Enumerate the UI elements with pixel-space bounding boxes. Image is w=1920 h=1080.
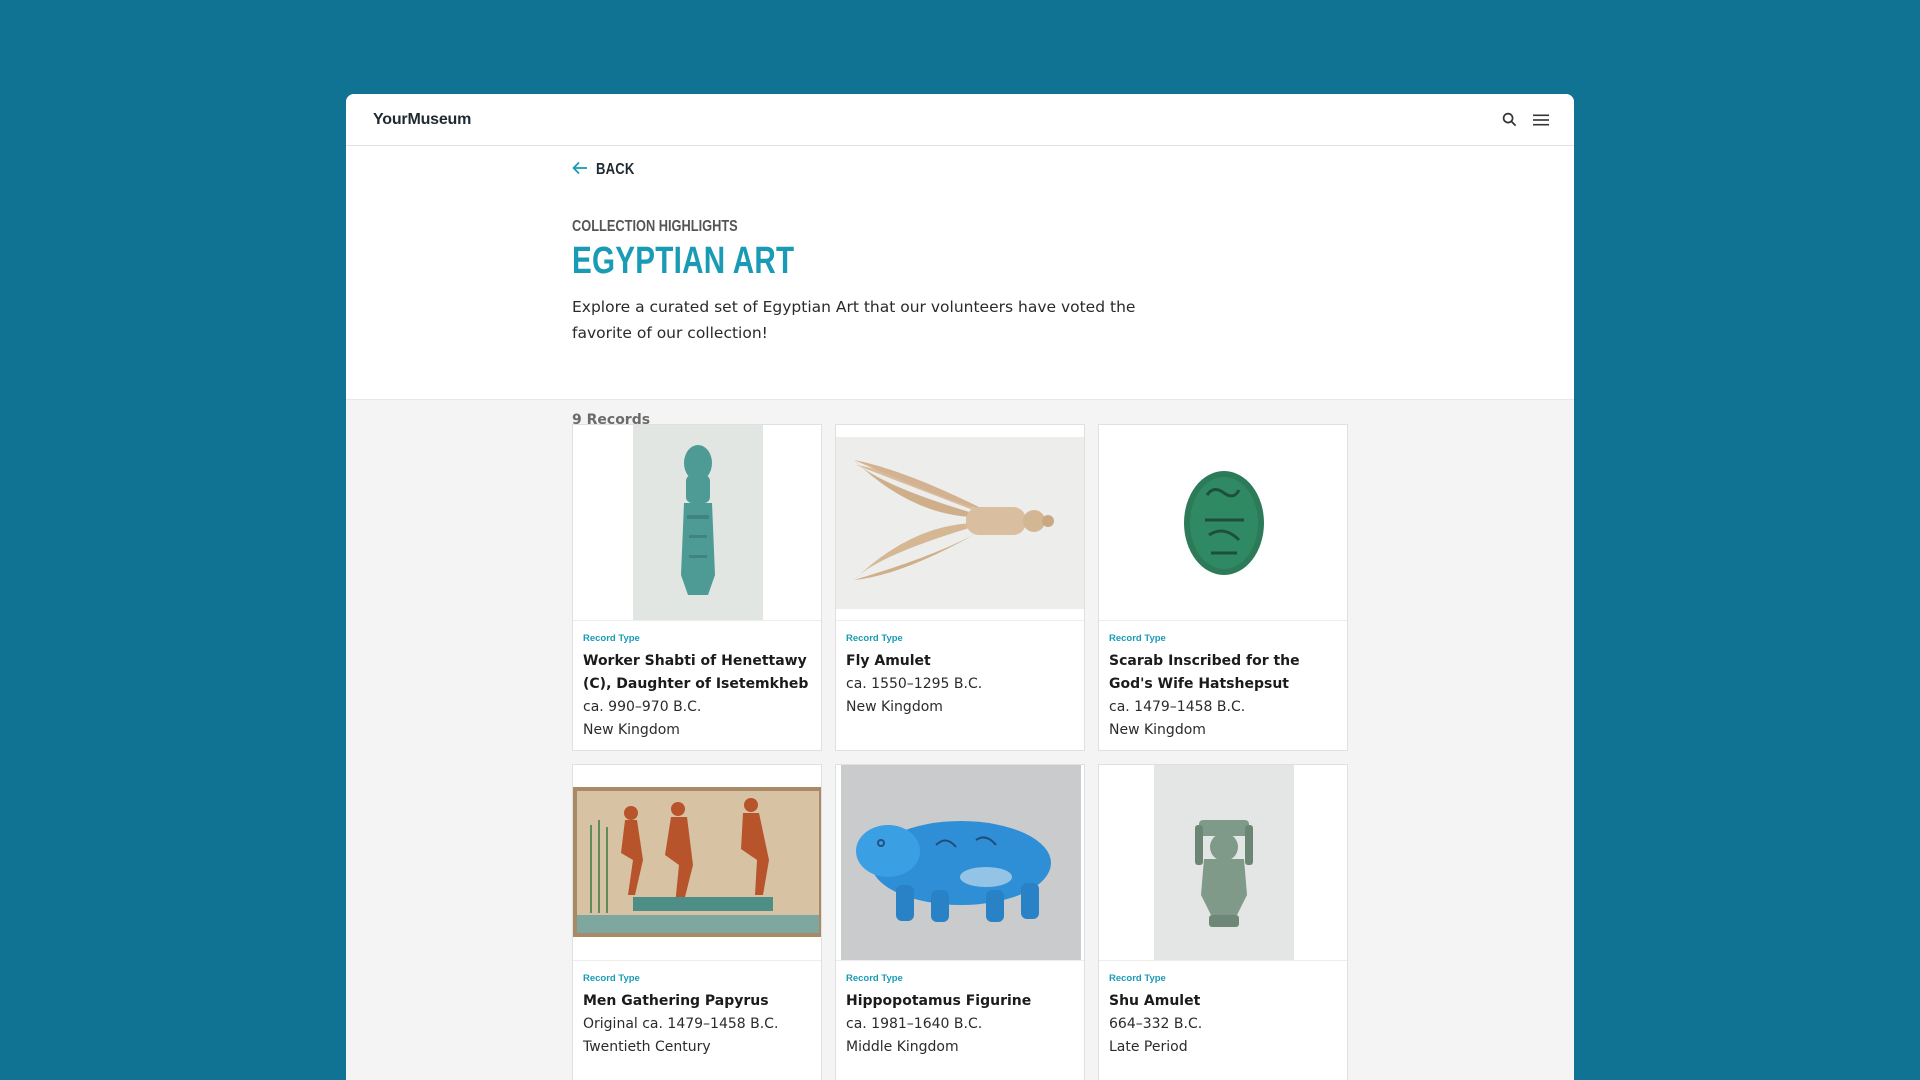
record-period: New Kingdom (846, 699, 943, 715)
record-card[interactable]: Record Type Scarab Inscribed for the God… (1098, 424, 1348, 751)
record-period: Late Period (1109, 1039, 1188, 1055)
record-type-label: Record Type (1109, 973, 1166, 984)
app-window: YourMuseum BACK COLLECTION HIGHLIGHTS EG… (346, 94, 1574, 1080)
record-title: Scarab Inscribed for the God's Wife Hats… (1109, 653, 1300, 692)
hippo-figurine-image (836, 765, 1084, 961)
page-title: EGYPTIAN ART (572, 240, 795, 282)
fly-amulet-image (836, 425, 1084, 621)
collection-description: Explore a curated set of Egyptian Art th… (572, 298, 1136, 342)
brand-logo[interactable]: YourMuseum (373, 111, 471, 129)
record-title: Fly Amulet (846, 653, 931, 669)
record-date: 664–332 B.C. (1109, 1016, 1203, 1032)
record-title: Men Gathering Papyrus (583, 993, 769, 1009)
record-title: Worker Shabti of Henettawy (C), Daughter… (583, 653, 809, 692)
record-date: Original ca. 1479–1458 B.C. (583, 1016, 779, 1032)
record-title: Shu Amulet (1109, 993, 1201, 1009)
record-grid: Record Type Worker Shabti of Henettawy (… (572, 424, 1348, 1080)
record-card[interactable]: Record Type Shu Amulet 664–332 B.C. Late… (1098, 764, 1348, 1080)
record-type-label: Record Type (583, 973, 640, 984)
record-type-label: Record Type (583, 633, 640, 644)
record-title: Hippopotamus Figurine (846, 993, 1032, 1009)
shu-amulet-image (1099, 765, 1347, 961)
arrow-left-icon (572, 160, 588, 179)
top-bar: YourMuseum (346, 94, 1574, 146)
collection-header: BACK COLLECTION HIGHLIGHTS EGYPTIAN ART … (346, 146, 1574, 428)
record-date: ca. 1981–1640 B.C. (846, 1016, 983, 1032)
back-label: BACK (596, 160, 635, 178)
record-card[interactable]: Record Type Fly Amulet ca. 1550–1295 B.C… (835, 424, 1085, 751)
shabti-figurine-image (573, 425, 821, 621)
papyrus-painting-image (573, 765, 821, 961)
record-type-label: Record Type (846, 973, 903, 984)
back-link[interactable]: BACK (572, 160, 643, 179)
record-type-label: Record Type (1109, 633, 1166, 644)
record-period: New Kingdom (1109, 722, 1206, 738)
collection-eyebrow: COLLECTION HIGHLIGHTS (572, 218, 738, 235)
record-date: ca. 1479–1458 B.C. (1109, 699, 1246, 715)
record-card[interactable]: Record Type Hippopotamus Figurine ca. 19… (835, 764, 1085, 1080)
record-date: ca. 990–970 B.C. (583, 699, 702, 715)
search-icon[interactable] (1500, 111, 1518, 129)
scarab-image (1099, 425, 1347, 621)
top-actions (1500, 111, 1550, 129)
record-type-label: Record Type (846, 633, 903, 644)
record-period: New Kingdom (583, 722, 680, 738)
record-period: Middle Kingdom (846, 1039, 959, 1055)
record-period: Twentieth Century (583, 1039, 711, 1055)
record-card[interactable]: Record Type Men Gathering Papyrus Origin… (572, 764, 822, 1080)
menu-icon[interactable] (1532, 111, 1550, 129)
record-card[interactable]: Record Type Worker Shabti of Henettawy (… (572, 424, 822, 751)
record-date: ca. 1550–1295 B.C. (846, 676, 983, 692)
